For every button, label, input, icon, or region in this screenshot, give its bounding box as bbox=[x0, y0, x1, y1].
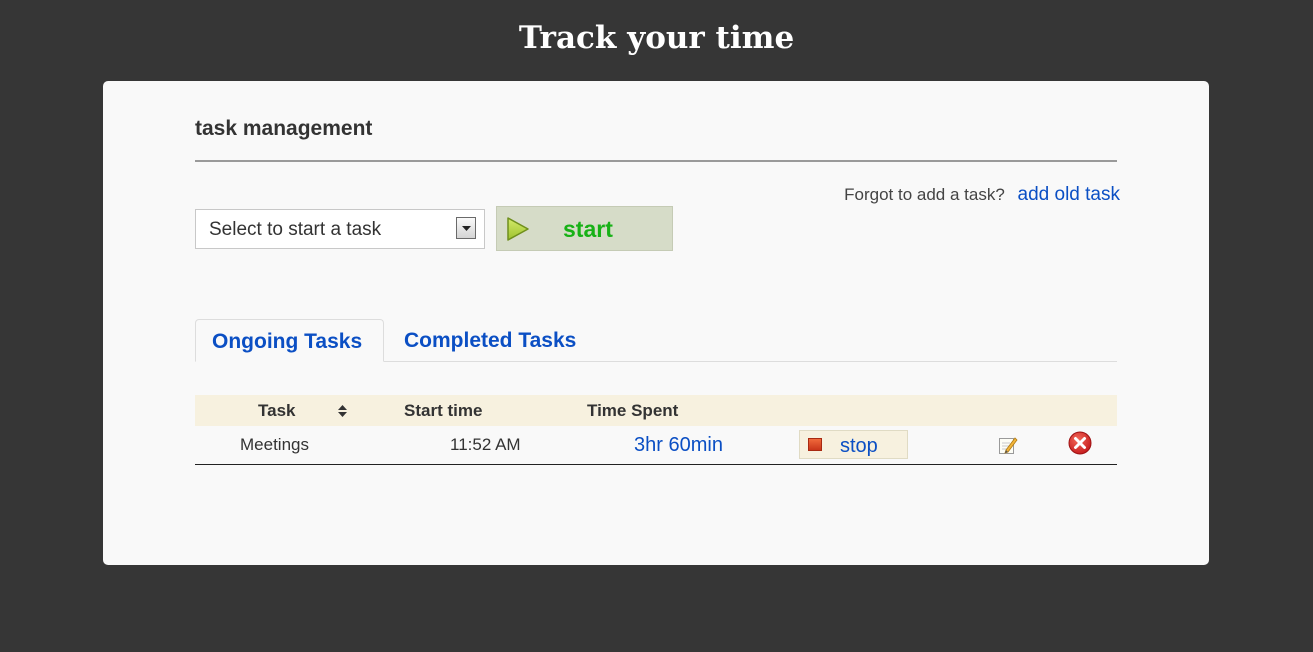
delete-icon[interactable] bbox=[1068, 431, 1092, 455]
edit-icon[interactable] bbox=[998, 435, 1018, 455]
forgot-task-prompt: Forgot to add a task? add old task bbox=[844, 184, 1120, 206]
stop-button[interactable]: stop bbox=[799, 430, 908, 459]
table-header: Task Start time Time Spent bbox=[195, 395, 1117, 426]
sort-icon[interactable] bbox=[338, 405, 347, 417]
stop-button-label: stop bbox=[840, 435, 878, 457]
task-select[interactable]: Select to start a task bbox=[195, 209, 485, 249]
section-title: task management bbox=[195, 117, 373, 140]
table-row: Meetings 11:52 AM 3hr 60min stop bbox=[195, 426, 1117, 465]
forgot-task-text: Forgot to add a task? bbox=[844, 185, 1005, 204]
section-divider bbox=[195, 160, 1117, 162]
tab-completed-tasks[interactable]: Completed Tasks bbox=[388, 319, 592, 362]
task-select-value: Select to start a task bbox=[209, 219, 382, 240]
start-button[interactable]: start bbox=[496, 206, 673, 251]
cell-start-time: 11:52 AM bbox=[450, 435, 521, 454]
task-management-panel: task management Forgot to add a task? ad… bbox=[103, 81, 1209, 565]
caret-down-icon[interactable] bbox=[456, 217, 476, 239]
start-button-label: start bbox=[563, 216, 613, 242]
header-time-spent: Time Spent bbox=[587, 401, 679, 420]
cell-time-spent: 3hr 60min bbox=[634, 434, 723, 456]
tasks-table: Task Start time Time Spent Meetings 11:5… bbox=[195, 395, 1117, 465]
play-icon bbox=[507, 217, 529, 241]
tab-ongoing-tasks[interactable]: Ongoing Tasks bbox=[195, 319, 384, 362]
header-start-time: Start time bbox=[404, 401, 483, 420]
stop-square-icon bbox=[808, 438, 822, 451]
cell-task: Meetings bbox=[240, 435, 309, 454]
header-task[interactable]: Task bbox=[258, 401, 296, 421]
add-old-task-link[interactable]: add old task bbox=[1018, 184, 1120, 205]
page-title: Track your time bbox=[518, 20, 795, 56]
